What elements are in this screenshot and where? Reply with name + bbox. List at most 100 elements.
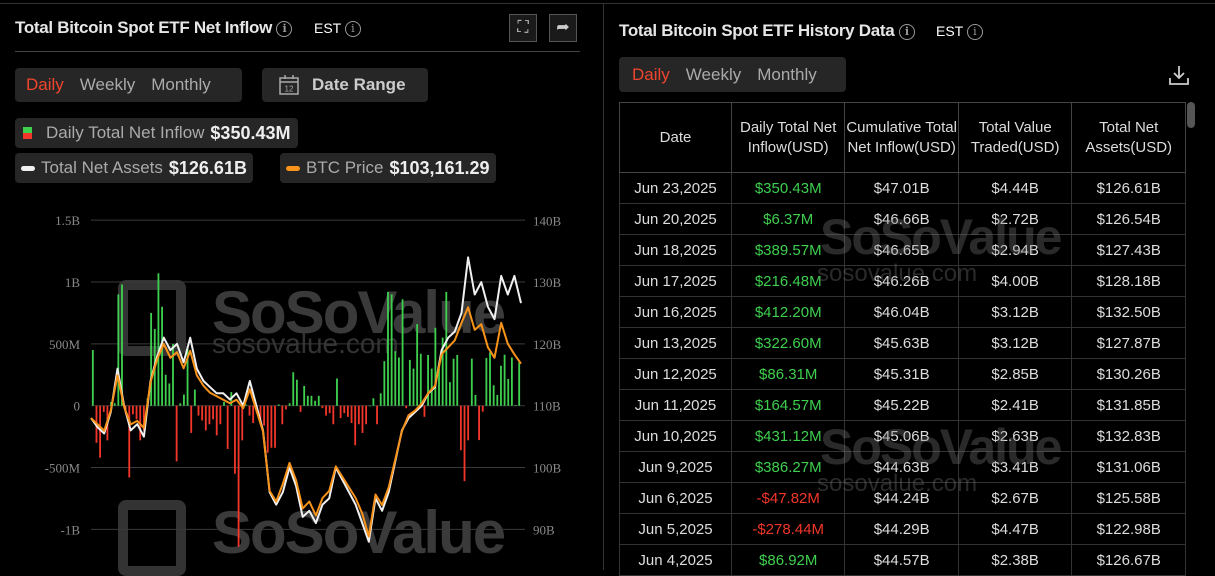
inflow-bar — [135, 405, 138, 420]
inflow-bar — [408, 359, 411, 406]
inflow-bar — [354, 405, 357, 446]
inflow-bar — [474, 394, 477, 406]
inflow-bar — [463, 405, 466, 482]
legend-inflow[interactable]: Daily Total Net Inflow $350.43M — [15, 118, 299, 148]
table-row: Jun 4,2025 $86.92M $44.57B $2.38B $126.67B — [619, 544, 1186, 576]
inflow-bar — [234, 405, 236, 474]
inflow-bar — [226, 405, 229, 449]
inflow-bar — [478, 405, 481, 441]
cell-daily-inflow: -$47.82M — [730, 482, 846, 514]
cell-value-traded: $2.63B — [957, 420, 1073, 452]
inflow-bar — [288, 403, 291, 406]
date-range-button[interactable]: 12 Date Range — [262, 68, 428, 102]
share-button[interactable]: ➦ — [549, 14, 577, 42]
legend-assets[interactable]: Total Net Assets $126.61B — [15, 153, 253, 183]
cell-net-assets: $132.50B — [1071, 296, 1186, 328]
right-axis-tick: 120B — [533, 337, 562, 352]
table-row: Jun 12,2025 $86.31M $45.31B $2.85B $130.26B — [619, 358, 1186, 390]
info-icon[interactable]: i — [344, 21, 361, 38]
inflow-bar — [172, 343, 174, 406]
cell-net-assets: $131.85B — [1071, 389, 1186, 421]
cell-cumulative-inflow: $45.06B — [844, 420, 959, 452]
inflow-bar — [390, 294, 393, 406]
calendar-icon: 12 — [279, 75, 299, 95]
inflow-bar — [325, 405, 327, 416]
inflow-bar — [368, 405, 371, 407]
inflow-bar — [292, 372, 295, 406]
tab-weekly[interactable]: Weekly — [678, 65, 749, 85]
cell-value-traded: $3.12B — [957, 327, 1073, 359]
inflow-bar — [481, 405, 484, 412]
column-header-date[interactable]: Date — [619, 102, 732, 173]
panel-divider — [603, 4, 604, 570]
tab-monthly[interactable]: Monthly — [143, 75, 219, 95]
info-icon[interactable]: i — [966, 24, 983, 41]
cell-date: Jun 17,2025 — [619, 265, 732, 297]
inflow-bar — [357, 405, 360, 425]
cell-date: Jun 12,2025 — [619, 358, 732, 390]
table-row: Jun 18,2025 $389.57M $46.65B $2.94B $127.43B — [619, 234, 1186, 266]
inflow-bar — [150, 312, 153, 406]
panel-title-text: Total Bitcoin Spot ETF History Data — [619, 21, 895, 40]
cell-daily-inflow: $6.37M — [730, 203, 846, 235]
inflow-bar — [314, 400, 317, 406]
fullscreen-icon: ⛶ — [517, 19, 529, 36]
cell-cumulative-inflow: $46.04B — [844, 296, 959, 328]
tab-monthly[interactable]: Monthly — [749, 65, 825, 85]
cell-daily-inflow: $431.12M — [730, 420, 846, 452]
right-axis-tick: 130B — [533, 275, 562, 290]
inflow-bar — [183, 394, 185, 406]
inflow-bar — [361, 405, 364, 433]
inflow-bar — [394, 351, 397, 406]
cell-value-traded: $4.00B — [957, 265, 1073, 297]
scrollbar[interactable] — [1187, 102, 1195, 128]
cell-cumulative-inflow: $45.63B — [844, 327, 959, 359]
column-header-daily-inflow[interactable]: Daily Total Net Inflow(USD) — [730, 102, 846, 173]
cell-value-traded: $3.41B — [957, 451, 1073, 483]
table-row: Jun 11,2025 $164.57M $45.22B $2.41B $131.85B — [619, 389, 1186, 421]
legend-price[interactable]: BTC Price $103,161.29 — [280, 153, 496, 183]
inflow-bar — [416, 324, 419, 406]
inflow-bar — [514, 404, 517, 406]
inflow-bar — [295, 379, 298, 406]
inflow-bar — [456, 354, 459, 406]
cell-daily-inflow: $389.57M — [730, 234, 846, 266]
info-icon[interactable]: i — [898, 23, 915, 40]
cell-date: Jun 5,2025 — [619, 513, 732, 545]
timezone-label: EST — [936, 23, 963, 39]
inflow-bar — [507, 378, 510, 406]
cell-date: Jun 13,2025 — [619, 327, 732, 359]
inflow-bar — [328, 405, 331, 414]
table-row: Jun 23,2025 $350.43M $47.01B $4.44B $126.61B — [619, 172, 1186, 204]
fullscreen-button[interactable]: ⛶ — [509, 14, 537, 42]
column-header-value-traded[interactable]: Total Value Traded(USD) — [957, 102, 1073, 173]
inflow-bar — [270, 405, 273, 448]
chart-plot: 1.5B 1B 500M 0 -500M -1B 140B 130B 120B 110B 100B 9… — [45, 213, 562, 547]
timezone: EST i — [314, 20, 361, 38]
net-inflow-panel: Total Bitcoin Spot ETF Net Inflow i EST … — [0, 0, 600, 576]
inflow-bar — [193, 389, 196, 406]
inflow-bar — [470, 358, 473, 406]
inflow-bar — [252, 405, 255, 424]
cell-net-assets: $130.26B — [1071, 358, 1186, 390]
inflow-bar — [266, 405, 269, 453]
inflow-bar — [332, 405, 335, 425]
info-icon[interactable]: i — [276, 20, 293, 37]
inflow-bar — [277, 404, 280, 406]
cell-net-assets: $126.61B — [1071, 172, 1186, 204]
cell-date: Jun 18,2025 — [619, 234, 732, 266]
tab-weekly[interactable]: Weekly — [72, 75, 143, 95]
inflow-bar — [161, 306, 163, 406]
column-header-cumulative-inflow[interactable]: Cumulative Total Net Inflow(USD) — [844, 102, 959, 173]
column-header-net-assets[interactable]: Total Net Assets(USD) — [1071, 102, 1186, 173]
inflow-bar — [496, 395, 499, 406]
inflow-swatch-icon — [23, 127, 32, 139]
left-axis-tick: 0 — [74, 399, 81, 414]
cell-net-assets: $122.98B — [1071, 513, 1186, 545]
tab-daily[interactable]: Daily — [624, 65, 678, 85]
inflow-bar — [113, 403, 116, 406]
inflow-bar — [274, 405, 276, 448]
tab-daily[interactable]: Daily — [18, 75, 72, 95]
download-icon[interactable] — [1167, 63, 1191, 87]
inflow-bar — [379, 393, 382, 406]
